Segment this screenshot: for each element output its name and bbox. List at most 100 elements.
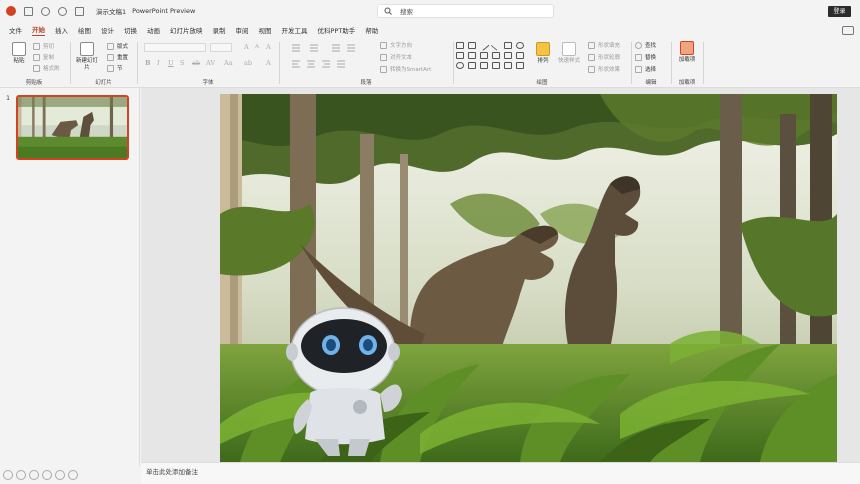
document-name: 演示文稿1 (96, 8, 127, 16)
tab-slideshow[interactable]: 幻灯片放映 (170, 25, 203, 35)
customize-icon[interactable] (75, 6, 84, 16)
section-button[interactable]: 节 (107, 64, 123, 72)
shape-fill-button[interactable]: 形状填充 (588, 41, 620, 49)
drawing-group-label: 绘图 (536, 80, 548, 86)
arrange-button[interactable]: 排列 (532, 42, 554, 65)
underline-icon[interactable]: U (168, 59, 173, 67)
grow-font-icon[interactable]: A (244, 43, 249, 51)
strikethrough-icon[interactable]: ab (192, 59, 200, 67)
find-button[interactable]: 查找 (635, 41, 656, 49)
slide-editing-area (141, 88, 860, 466)
ribbon-tabs: 文件 开始 插入 绘图 设计 切换 动画 幻灯片放映 录制 审阅 视图 开发工具… (0, 22, 860, 38)
italic-icon[interactable]: I (157, 59, 160, 67)
search-placeholder: 搜索 (400, 8, 413, 16)
tab-help[interactable]: 帮助 (365, 25, 378, 35)
editing-group: 查找 替换 选择 编辑 (632, 38, 670, 88)
tab-file[interactable]: 文件 (9, 25, 22, 35)
paragraph-group: 文字方向 对齐文本 转换为SmartArt 段落 (280, 38, 452, 88)
arrange-icon (536, 42, 550, 56)
login-button[interactable]: 登录 (828, 6, 851, 17)
char-spacing-icon[interactable]: AV (206, 59, 215, 67)
redo-icon[interactable] (58, 6, 67, 16)
notes-pane[interactable]: 单击此处添加备注 (141, 462, 860, 484)
slide-canvas[interactable] (220, 94, 837, 462)
alignment-buttons[interactable] (292, 60, 362, 68)
shadow-icon[interactable]: S (180, 59, 184, 67)
tab-design[interactable]: 设计 (101, 25, 114, 35)
replace-button[interactable]: 替换 (635, 53, 656, 61)
shapes-gallery[interactable] (456, 40, 528, 74)
search-input[interactable]: 搜索 (377, 4, 554, 18)
new-slide-icon (80, 42, 94, 56)
slides-group-label: 幻灯片 (95, 80, 112, 86)
cut-button[interactable]: 剪切 (33, 42, 54, 50)
align-text-button[interactable]: 对齐文本 (380, 53, 412, 61)
title-bar: 演示文稿1 PowerPoint Preview 搜索 登录 (0, 0, 860, 22)
format-painter-button[interactable]: 格式刷 (33, 64, 60, 72)
font-name-select[interactable] (144, 43, 206, 52)
clear-format-icon[interactable]: A (266, 43, 271, 51)
status-icon-3[interactable] (29, 470, 39, 480)
clipboard-group-label: 剪贴板 (25, 80, 43, 86)
status-icon-2[interactable] (16, 470, 26, 480)
notes-placeholder: 单击此处添加备注 (146, 468, 198, 476)
bold-icon[interactable]: B (145, 59, 151, 67)
list-buttons[interactable] (292, 44, 362, 52)
addins-button[interactable]: 加载项 (676, 41, 698, 64)
slide-number: 1 (6, 94, 11, 102)
tab-record[interactable]: 录制 (213, 25, 226, 35)
ribbon: 粘贴 剪切 复制 格式刷 剪贴板 新建幻灯片 版式 重置 节 幻灯片 A A A… (0, 38, 860, 88)
slide-thumbnail-image (18, 97, 127, 158)
powerpoint-logo-icon (6, 6, 16, 16)
status-icon-4[interactable] (42, 470, 52, 480)
undo-icon[interactable] (41, 6, 50, 16)
shape-outline-button[interactable]: 形状轮廓 (588, 53, 620, 61)
quick-styles-button[interactable]: 快速样式 (556, 42, 582, 65)
tab-transitions[interactable]: 切换 (124, 25, 137, 35)
layout-button[interactable]: 版式 (107, 42, 128, 50)
status-icon-1[interactable] (3, 470, 13, 480)
font-color-icon[interactable]: A (266, 59, 271, 67)
tab-insert[interactable]: 插入 (55, 25, 68, 35)
font-size-select[interactable] (210, 43, 232, 52)
status-bar-left (0, 466, 140, 484)
status-icon-6[interactable] (68, 470, 78, 480)
paste-icon (12, 42, 26, 56)
drawing-group: 排列 快速样式 形状填充 形状轮廓 形状效果 绘图 (454, 38, 630, 88)
search-icon (384, 7, 392, 15)
tab-developer[interactable]: 开发工具 (282, 25, 308, 35)
paragraph-group-label: 段落 (360, 80, 372, 86)
addins-icon (680, 41, 694, 55)
app-name: PowerPoint Preview (132, 7, 196, 15)
editing-group-label: 编辑 (645, 80, 657, 86)
addins-group: 加载项 加载项 (672, 38, 702, 88)
clipboard-group: 粘贴 剪切 复制 格式刷 剪贴板 (0, 38, 68, 88)
select-button[interactable]: 选择 (635, 65, 656, 73)
tab-animations[interactable]: 动画 (147, 25, 160, 35)
addins-group-label: 加载项 (678, 80, 696, 86)
change-case-icon[interactable]: Aa (224, 59, 233, 67)
tab-draw[interactable]: 绘图 (78, 25, 91, 35)
font-group: A A A B I U S ab AV Aa ab A 字体 (138, 38, 278, 88)
save-icon[interactable] (24, 6, 33, 16)
reset-button[interactable]: 重置 (107, 53, 128, 61)
comments-icon[interactable] (842, 26, 854, 35)
slides-group: 新建幻灯片 版式 重置 节 幻灯片 (71, 38, 136, 88)
jungle-dinosaur-image[interactable] (220, 94, 837, 462)
status-icon-5[interactable] (55, 470, 65, 480)
new-slide-button[interactable]: 新建幻灯片 (75, 42, 99, 72)
shrink-font-icon[interactable]: A (255, 44, 259, 50)
copy-button[interactable]: 复制 (33, 53, 54, 61)
highlight-icon[interactable]: ab (244, 59, 252, 67)
slide-thumbnail[interactable] (16, 95, 129, 160)
quick-styles-icon (562, 42, 576, 56)
convert-smartart-button[interactable]: 转换为SmartArt (380, 65, 431, 73)
tab-review[interactable]: 审阅 (236, 25, 249, 35)
paste-button[interactable]: 粘贴 (8, 42, 30, 65)
tab-youke-ppt[interactable]: 优科PPT助手 (318, 25, 356, 35)
tab-home[interactable]: 开始 (32, 24, 45, 36)
slide-thumbnail-pane: 1 (0, 88, 140, 466)
text-direction-button[interactable]: 文字方向 (380, 41, 412, 49)
shape-effects-button[interactable]: 形状效果 (588, 65, 620, 73)
tab-view[interactable]: 视图 (259, 25, 272, 35)
